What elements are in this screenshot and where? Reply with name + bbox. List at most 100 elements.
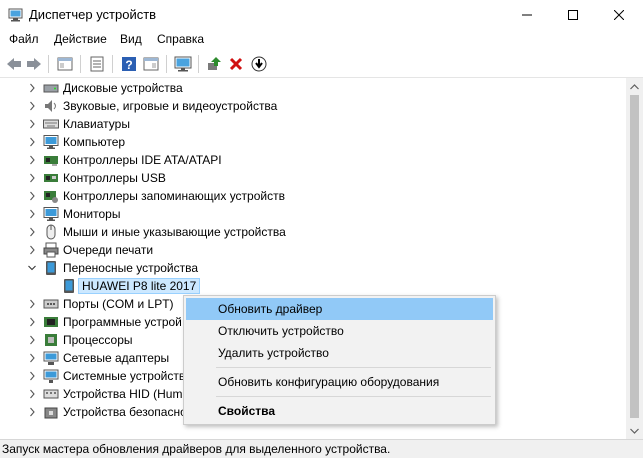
help-icon: ? [122, 57, 136, 72]
menu-item-label: Удалить устройство [218, 346, 329, 360]
chevron-right-icon[interactable] [27, 172, 37, 184]
chevron-right-icon[interactable] [27, 352, 37, 364]
tree-item-label: Звуковые, игровые и видеоустройства [63, 99, 278, 113]
tree-category-item[interactable]: Мыши и иные указывающие устройства [0, 223, 626, 241]
scan-hardware-button[interactable] [173, 54, 193, 74]
tree-item-label: Устройства HID (Hum [63, 387, 183, 401]
toolbar: ? [0, 50, 643, 78]
tree-item-label: Дисковые устройства [63, 81, 183, 95]
close-icon [614, 10, 624, 20]
chevron-right-icon[interactable] [27, 226, 37, 238]
menu-view[interactable]: Вид [118, 32, 144, 46]
chevron-right-icon[interactable] [27, 136, 37, 148]
tree-category-item[interactable]: Клавиатуры [0, 115, 626, 133]
printer-icon [43, 242, 59, 258]
back-arrow-icon [7, 58, 21, 70]
enable-device-button[interactable] [249, 54, 269, 74]
tree-category-item[interactable]: Мониторы [0, 205, 626, 223]
forward-button[interactable] [24, 54, 44, 74]
chevron-right-icon[interactable] [27, 118, 37, 130]
chevron-right-icon[interactable] [27, 406, 37, 418]
tree-category-item[interactable]: Дисковые устройства [0, 79, 626, 97]
menu-properties[interactable]: Свойства [186, 400, 493, 422]
menu-help[interactable]: Справка [155, 32, 206, 46]
toolbar-separator [112, 55, 113, 73]
window-title: Диспетчер устройств [29, 7, 157, 22]
scroll-down-button[interactable] [626, 422, 643, 439]
chevron-right-icon[interactable] [27, 370, 37, 382]
menu-item-label: Свойства [218, 404, 276, 418]
chevron-right-icon[interactable] [27, 190, 37, 202]
close-button[interactable] [596, 0, 642, 30]
storage-controller-icon [44, 191, 58, 203]
ide-controller-icon [44, 156, 58, 166]
tree-category-item[interactable]: Контроллеры запоминающих устройств [0, 187, 626, 205]
menu-separator [216, 367, 491, 368]
chevron-right-icon[interactable] [27, 334, 37, 346]
menu-scan-hardware[interactable]: Обновить конфигурацию оборудования [186, 371, 493, 393]
scroll-up-button[interactable] [626, 78, 643, 95]
menu-item-label: Обновить конфигурацию оборудования [218, 375, 440, 389]
tree-item-label: Мыши и иные указывающие устройства [63, 225, 286, 239]
menu-disable-device[interactable]: Отключить устройство [186, 320, 493, 342]
action-pane-button[interactable] [141, 54, 161, 74]
tree-item-label: Сетевые адаптеры [63, 351, 170, 365]
tree-device-item[interactable]: HUAWEI P8 lite 2017 [0, 277, 626, 295]
chevron-right-icon[interactable] [27, 208, 37, 220]
tree-category-item[interactable]: Контроллеры USB [0, 169, 626, 187]
system-device-icon [43, 369, 59, 383]
tree-item-label: Клавиатуры [63, 117, 130, 131]
tree-item-label: Компьютер [63, 135, 126, 149]
tree-item-label: Контроллеры IDE ATA/ATAPI [63, 153, 222, 167]
properties-icon [90, 56, 104, 72]
disk-drive-icon [43, 84, 59, 93]
svg-text:?: ? [125, 58, 132, 72]
remove-x-icon [229, 57, 243, 71]
chevron-right-icon[interactable] [27, 244, 37, 256]
properties-button[interactable] [87, 54, 107, 74]
maximize-button[interactable] [550, 0, 596, 30]
phone-icon [64, 279, 74, 293]
tree-item-label: Переносные устройства [63, 261, 199, 275]
tree-category-item[interactable]: Переносные устройства [0, 259, 626, 277]
tree-item-label: Программные устрой [63, 315, 182, 329]
back-button[interactable] [4, 54, 24, 74]
portable-device-icon [46, 261, 56, 275]
chevron-right-icon[interactable] [27, 100, 37, 112]
show-hide-tree-button[interactable] [55, 54, 75, 74]
menu-action[interactable]: Действие [52, 32, 109, 46]
help-button[interactable]: ? [119, 54, 139, 74]
maximize-icon [568, 10, 578, 20]
chevron-right-icon[interactable] [27, 316, 37, 328]
tree-item-label: HUAWEI P8 lite 2017 [78, 278, 201, 294]
usb-icon [44, 174, 58, 182]
vertical-scrollbar[interactable] [626, 78, 643, 439]
tree-category-item[interactable]: Очереди печати [0, 241, 626, 259]
menu-uninstall-device[interactable]: Удалить устройство [186, 342, 493, 364]
tree-category-item[interactable]: Контроллеры IDE ATA/ATAPI [0, 151, 626, 169]
device-manager-app-icon [8, 8, 23, 22]
chevron-right-icon[interactable] [27, 388, 37, 400]
mouse-icon [46, 224, 56, 240]
keyboard-icon [43, 119, 59, 129]
network-adapter-icon [43, 351, 59, 365]
chevron-down-icon[interactable] [27, 262, 37, 274]
tree-item-label: Системные устройств [63, 369, 186, 383]
tree-category-item[interactable]: Компьютер [0, 133, 626, 151]
chevron-right-icon[interactable] [27, 154, 37, 166]
tree-item-label: Контроллеры запоминающих устройств [63, 189, 285, 203]
menu-update-driver[interactable]: Обновить драйвер [186, 298, 493, 320]
chevron-right-icon[interactable] [27, 298, 37, 310]
uninstall-device-button[interactable] [226, 54, 246, 74]
scroll-thumb[interactable] [630, 95, 639, 418]
minimize-button[interactable] [504, 0, 550, 30]
software-device-icon [44, 317, 58, 327]
chevron-down-icon [630, 428, 639, 434]
chevron-right-icon[interactable] [27, 82, 37, 94]
hid-icon [43, 389, 59, 399]
menu-file[interactable]: Файл [7, 32, 41, 46]
monitor-icon [43, 135, 59, 149]
update-driver-button[interactable] [204, 54, 224, 74]
console-tree-icon [57, 57, 73, 71]
tree-category-item[interactable]: Звуковые, игровые и видеоустройства [0, 97, 626, 115]
